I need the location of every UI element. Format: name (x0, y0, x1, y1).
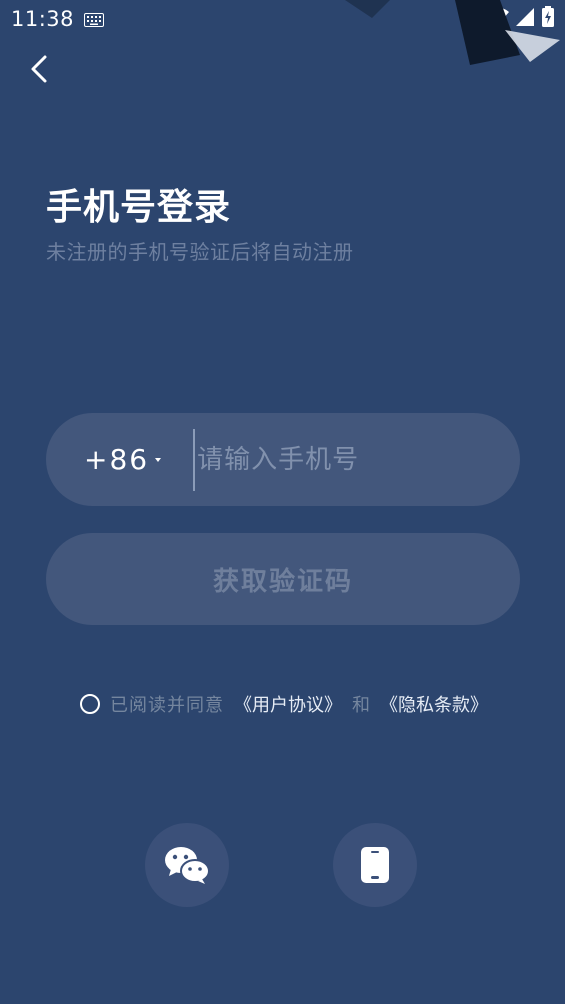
back-button[interactable] (22, 52, 56, 86)
agreement-row: 已阅读并同意 《用户协议》 和 《隐私条款》 (80, 690, 488, 718)
country-code-label: +86 (84, 443, 150, 476)
page-subtitle: 未注册的手机号验证后将自动注册 (46, 240, 354, 264)
agreement-and: 和 (352, 695, 370, 716)
keyboard-icon (84, 12, 104, 27)
page-title: 手机号登录 (46, 187, 232, 228)
get-code-button[interactable]: 获取验证码 (46, 533, 520, 625)
chevron-left-icon (31, 55, 47, 83)
battery-charging-icon (541, 6, 555, 32)
status-bar: 11:38 (0, 0, 565, 38)
agreement-checkbox[interactable] (80, 694, 100, 714)
wifi-icon (485, 7, 509, 31)
agreement-text: 已阅读并同意 (110, 695, 224, 716)
country-code-selector[interactable]: +86 (84, 443, 162, 476)
signal-icon (515, 7, 535, 31)
caret-down-icon (155, 457, 162, 462)
status-icons (485, 6, 555, 32)
phone-login-button[interactable] (333, 823, 417, 907)
status-time: 11:38 (11, 7, 75, 31)
mobile-phone-icon (361, 847, 389, 883)
privacy-policy-link[interactable]: 《隐私条款》 (380, 691, 488, 717)
phone-field: +86 (46, 413, 524, 506)
wechat-icon (165, 847, 210, 884)
user-agreement-link[interactable]: 《用户协议》 (234, 691, 342, 717)
phone-input[interactable] (193, 428, 524, 491)
wechat-login-button[interactable] (145, 823, 229, 907)
